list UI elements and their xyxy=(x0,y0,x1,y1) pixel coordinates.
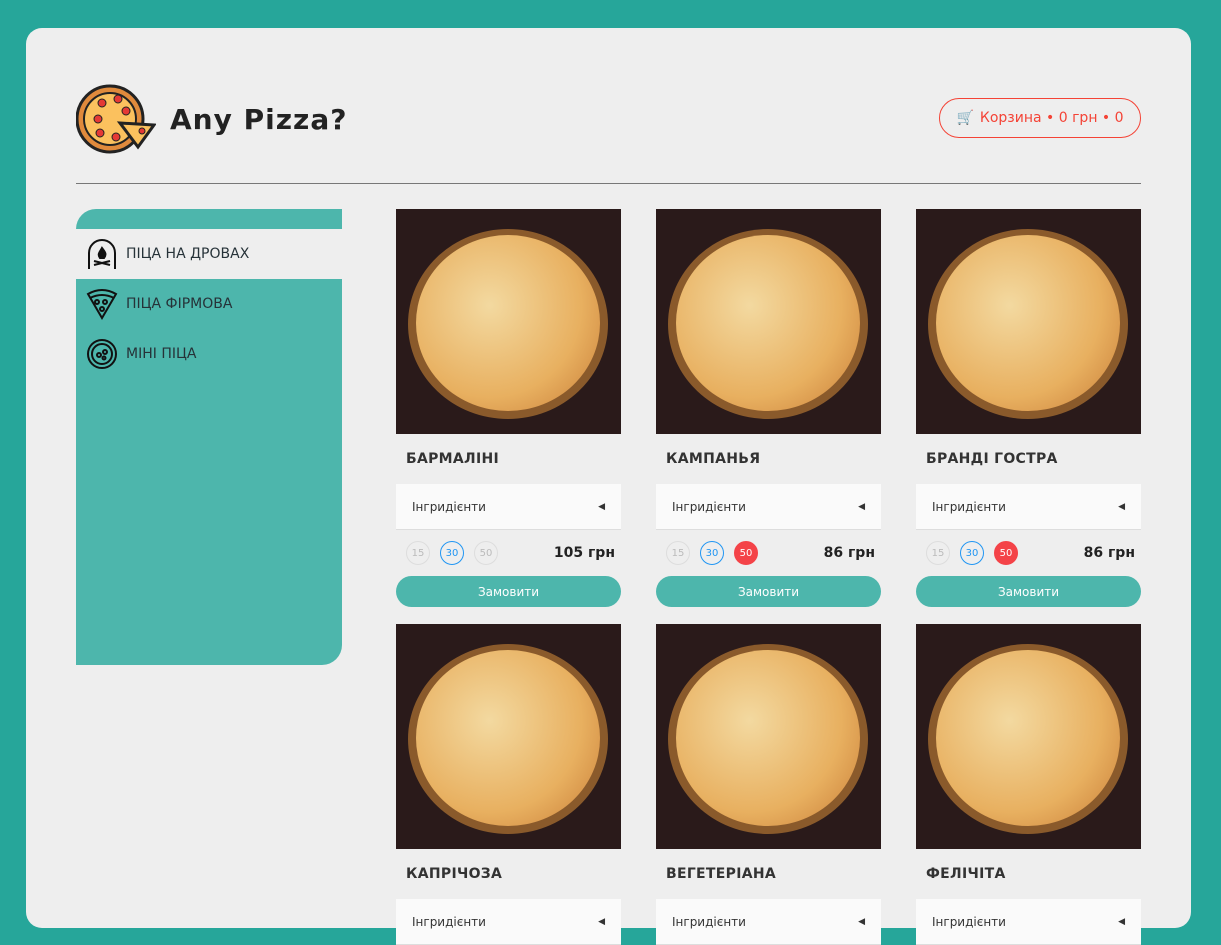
size-selector: 15 30 50 105 грн xyxy=(396,530,621,576)
size-option[interactable]: 50 xyxy=(734,541,758,565)
cart-icon: 🛒 xyxy=(956,110,974,126)
pizza-slice-icon xyxy=(86,289,118,320)
mini-pizza-icon xyxy=(87,339,117,369)
caret-left-icon: ◀ xyxy=(1118,916,1125,927)
sidebar-item-signature-pizza[interactable]: ПІЦА ФІРМОВА xyxy=(76,279,342,329)
product-card: БРАНДІ ГОСТРА Інгридієнти ◀ 15 30 50 86 грн З… xyxy=(916,209,1141,607)
size-option[interactable]: 50 xyxy=(994,541,1018,565)
size-option[interactable]: 30 xyxy=(700,541,724,565)
ingredients-toggle[interactable]: Інгридієнти ◀ xyxy=(656,484,881,530)
size-option[interactable]: 50 xyxy=(474,541,498,565)
size-selector: 15 30 50 86 грн xyxy=(656,530,881,576)
product-price: 86 грн xyxy=(823,545,875,561)
logo[interactable]: Any Pizza? xyxy=(76,83,347,155)
product-name: КАПРІЧОЗА xyxy=(406,866,503,882)
caret-left-icon: ◀ xyxy=(858,916,865,927)
caret-left-icon: ◀ xyxy=(1118,501,1125,512)
product-name: КАМПАНЬЯ xyxy=(666,451,761,467)
product-price: 105 грн xyxy=(553,545,615,561)
size-option[interactable]: 30 xyxy=(440,541,464,565)
header-divider xyxy=(76,183,1141,184)
sidebar-item-label: МІНІ ПІЦА xyxy=(126,346,197,362)
product-card: ФЕЛІЧІТА Інгридієнти ◀ xyxy=(916,624,1141,945)
ingredients-toggle[interactable]: Інгридієнти ◀ xyxy=(916,899,1141,945)
caret-left-icon: ◀ xyxy=(598,916,605,927)
product-image[interactable] xyxy=(656,209,881,434)
ingredients-toggle[interactable]: Інгридієнти ◀ xyxy=(916,484,1141,530)
ingredients-toggle[interactable]: Інгридієнти ◀ xyxy=(396,899,621,945)
sidebar-item-label: ПІЦА ФІРМОВА xyxy=(126,296,233,312)
product-card: БАРМАЛІНІ Інгридієнти ◀ 15 30 50 105 грн Замо… xyxy=(396,209,621,607)
logo-text: Any Pizza? xyxy=(170,102,348,136)
product-card: КАПРІЧОЗА Інгридієнти ◀ xyxy=(396,624,621,945)
cart-button[interactable]: 🛒 Корзина • 0 грн • 0 xyxy=(939,98,1141,138)
size-option[interactable]: 30 xyxy=(960,541,984,565)
ingredients-label: Інгридієнти xyxy=(672,499,746,514)
ingredients-label: Інгридієнти xyxy=(932,914,1006,929)
size-option[interactable]: 15 xyxy=(926,541,950,565)
caret-left-icon: ◀ xyxy=(858,501,865,512)
wood-oven-icon xyxy=(88,239,116,269)
sidebar-item-wood-pizza[interactable]: ПІЦА НА ДРОВАХ xyxy=(76,229,342,279)
main-container: Any Pizza? 🛒 Корзина • 0 грн • 0 ПІЦА НА… xyxy=(26,28,1191,945)
product-image[interactable] xyxy=(916,209,1141,434)
product-card: ВЕГЕТЕРІАНА Інгридієнти ◀ xyxy=(656,624,881,945)
ingredients-toggle[interactable]: Інгридієнти ◀ xyxy=(396,484,621,530)
ingredients-toggle[interactable]: Інгридієнти ◀ xyxy=(656,899,881,945)
ingredients-label: Інгридієнти xyxy=(412,914,486,929)
product-card: КАМПАНЬЯ Інгридієнти ◀ 15 30 50 86 грн Замови… xyxy=(656,209,881,607)
caret-left-icon: ◀ xyxy=(598,501,605,512)
size-option[interactable]: 15 xyxy=(406,541,430,565)
size-option[interactable]: 15 xyxy=(666,541,690,565)
order-button[interactable]: Замовити xyxy=(916,576,1141,607)
cart-label: Корзина • 0 грн • 0 xyxy=(979,110,1124,126)
sidebar-item-label: ПІЦА НА ДРОВАХ xyxy=(126,246,250,262)
size-selector: 15 30 50 86 грн xyxy=(916,530,1141,576)
order-button[interactable]: Замовити xyxy=(396,576,621,607)
product-image[interactable] xyxy=(396,624,621,849)
ingredients-label: Інгридієнти xyxy=(412,499,486,514)
product-image[interactable] xyxy=(916,624,1141,849)
pizza-logo-icon xyxy=(76,84,156,154)
ingredients-label: Інгридієнти xyxy=(932,499,1006,514)
product-price: 86 грн xyxy=(1083,545,1135,561)
product-name: ВЕГЕТЕРІАНА xyxy=(666,866,776,882)
ingredients-label: Інгридієнти xyxy=(672,914,746,929)
category-sidebar: ПІЦА НА ДРОВАХ ПІЦА ФІРМОВА МІНІ ПІЦА xyxy=(76,209,342,665)
product-name: БРАНДІ ГОСТРА xyxy=(926,451,1058,467)
order-button[interactable]: Замовити xyxy=(656,576,881,607)
product-image[interactable] xyxy=(396,209,621,434)
sidebar-item-mini-pizza[interactable]: МІНІ ПІЦА xyxy=(76,329,342,379)
product-name: ФЕЛІЧІТА xyxy=(926,866,1006,882)
product-name: БАРМАЛІНІ xyxy=(406,451,499,467)
product-image[interactable] xyxy=(656,624,881,849)
